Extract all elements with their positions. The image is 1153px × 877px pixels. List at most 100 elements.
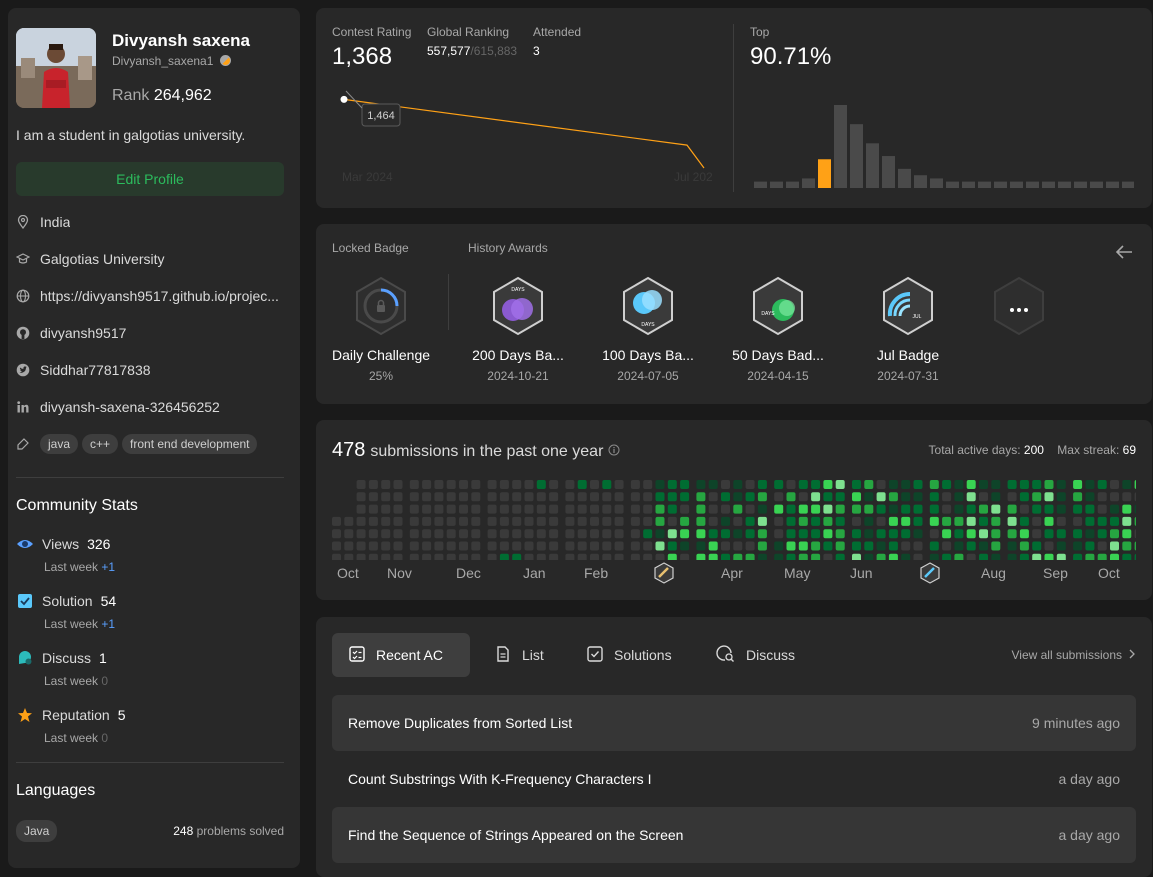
monthly-badge-icon[interactable]	[653, 562, 675, 589]
histogram-bar[interactable]	[1090, 181, 1103, 188]
problem-title[interactable]: Count Substrings With K-Frequency Charac…	[348, 771, 651, 787]
heatmap-cell[interactable]	[332, 529, 341, 539]
heatmap-cell[interactable]	[368, 541, 378, 551]
heatmap-cell[interactable]	[888, 541, 898, 551]
heatmap-cell[interactable]	[680, 504, 690, 514]
heatmap-cell[interactable]	[368, 480, 378, 489]
rating-line-chart[interactable]: 1,464 Mar 2024 Jul 2024	[332, 78, 712, 198]
heatmap-cell[interactable]	[929, 529, 939, 539]
heatmap-cell[interactable]	[1044, 480, 1054, 489]
heatmap-cell[interactable]	[954, 529, 964, 539]
histogram-bar[interactable]	[882, 156, 895, 188]
heatmap-cell[interactable]	[393, 480, 403, 489]
heatmap-cell[interactable]	[680, 480, 690, 489]
heatmap-cell[interactable]	[446, 529, 456, 539]
heatmap-cell[interactable]	[499, 516, 509, 526]
heatmap-cell[interactable]	[721, 492, 730, 502]
heatmap-cell[interactable]	[835, 529, 845, 539]
heatmap-cell[interactable]	[356, 553, 366, 560]
heatmap-cell[interactable]	[471, 504, 481, 514]
heatmap-cell[interactable]	[590, 529, 599, 539]
heatmap-cell[interactable]	[913, 553, 923, 560]
heatmap-cell[interactable]	[979, 504, 988, 514]
heatmap-cell[interactable]	[1085, 480, 1095, 489]
heatmap-cell[interactable]	[356, 541, 366, 551]
heatmap-cell[interactable]	[655, 529, 665, 539]
heatmap-cell[interactable]	[901, 516, 911, 526]
heatmap-cell[interactable]	[811, 492, 821, 502]
heatmap-cell[interactable]	[696, 529, 706, 539]
heatmap-cell[interactable]	[1019, 504, 1029, 514]
heatmap-cell[interactable]	[446, 553, 456, 560]
heatmap-cell[interactable]	[422, 504, 432, 514]
heatmap-cell[interactable]	[524, 480, 534, 489]
heatmap-cell[interactable]	[852, 504, 861, 514]
heatmap-cell[interactable]	[757, 492, 767, 502]
heatmap-cell[interactable]	[409, 541, 419, 551]
heatmap-cell[interactable]	[942, 492, 952, 502]
heatmap-cell[interactable]	[630, 480, 640, 489]
heatmap-cell[interactable]	[786, 492, 796, 502]
heatmap-cell[interactable]	[979, 516, 988, 526]
heatmap-cell[interactable]	[409, 492, 419, 502]
heatmap-cell[interactable]	[733, 529, 743, 539]
heatmap-cell[interactable]	[774, 516, 784, 526]
heatmap-cell[interactable]	[409, 553, 419, 560]
heatmap-cell[interactable]	[696, 492, 706, 502]
heatmap-cell[interactable]	[1019, 529, 1029, 539]
heatmap-cell[interactable]	[942, 541, 952, 551]
heatmap-cell[interactable]	[422, 492, 432, 502]
heatmap-cell[interactable]	[577, 541, 587, 551]
heatmap-cell[interactable]	[602, 480, 612, 489]
heatmap-cell[interactable]	[1097, 480, 1107, 489]
heatmap-cell[interactable]	[954, 553, 964, 560]
heatmap-cell[interactable]	[1073, 553, 1083, 560]
heatmap-cell[interactable]	[774, 504, 784, 514]
heatmap-cell[interactable]	[888, 529, 898, 539]
heatmap-cell[interactable]	[1032, 541, 1042, 551]
histogram-bar[interactable]	[834, 105, 847, 188]
heatmap-cell[interactable]	[1073, 492, 1083, 502]
heatmap-cell[interactable]	[630, 516, 640, 526]
heatmap-cell[interactable]	[966, 553, 976, 560]
heatmap-cell[interactable]	[823, 541, 833, 551]
heatmap-cell[interactable]	[852, 480, 861, 489]
heatmap-cell[interactable]	[823, 504, 833, 514]
heatmap-cell[interactable]	[368, 504, 378, 514]
heatmap-cell[interactable]	[590, 516, 599, 526]
histogram-bar[interactable]	[1042, 181, 1055, 188]
heatmap-cell[interactable]	[1044, 504, 1054, 514]
heatmap-cell[interactable]	[721, 541, 730, 551]
heatmap-cell[interactable]	[381, 492, 391, 502]
heatmap-cell[interactable]	[852, 516, 861, 526]
heatmap-cell[interactable]	[757, 516, 767, 526]
heatmap-cell[interactable]	[733, 492, 743, 502]
badge-jul[interactable]: JUL Jul Badge 2024-07-31	[853, 276, 963, 383]
heatmap-cell[interactable]	[487, 541, 497, 551]
heatmap-cell[interactable]	[1044, 529, 1054, 539]
heatmap-cell[interactable]	[381, 553, 391, 560]
tab-solutions[interactable]: Solutions	[570, 633, 688, 677]
heatmap-cell[interactable]	[1007, 529, 1017, 539]
histogram-bar[interactable]	[962, 181, 975, 188]
heatmap-cell[interactable]	[590, 553, 599, 560]
heatmap-cell[interactable]	[786, 553, 796, 560]
heatmap-cell[interactable]	[696, 541, 706, 551]
heatmap-cell[interactable]	[721, 504, 730, 514]
heatmap-cell[interactable]	[864, 541, 874, 551]
heatmap-cell[interactable]	[667, 504, 677, 514]
heatmap-cell[interactable]	[745, 504, 755, 514]
heatmap-cell[interactable]	[630, 529, 640, 539]
heatmap-cell[interactable]	[966, 504, 976, 514]
heatmap-cell[interactable]	[471, 516, 481, 526]
rating-histogram[interactable]	[754, 98, 1134, 190]
heatmap-cell[interactable]	[565, 504, 575, 514]
heatmap-cell[interactable]	[655, 504, 665, 514]
heatmap-cell[interactable]	[774, 492, 784, 502]
heatmap-cell[interactable]	[823, 492, 833, 502]
histogram-bar[interactable]	[818, 159, 831, 188]
heatmap-cell[interactable]	[446, 541, 456, 551]
heatmap-cell[interactable]	[356, 529, 366, 539]
heatmap-cell[interactable]	[1122, 516, 1132, 526]
heatmap-cell[interactable]	[852, 541, 861, 551]
